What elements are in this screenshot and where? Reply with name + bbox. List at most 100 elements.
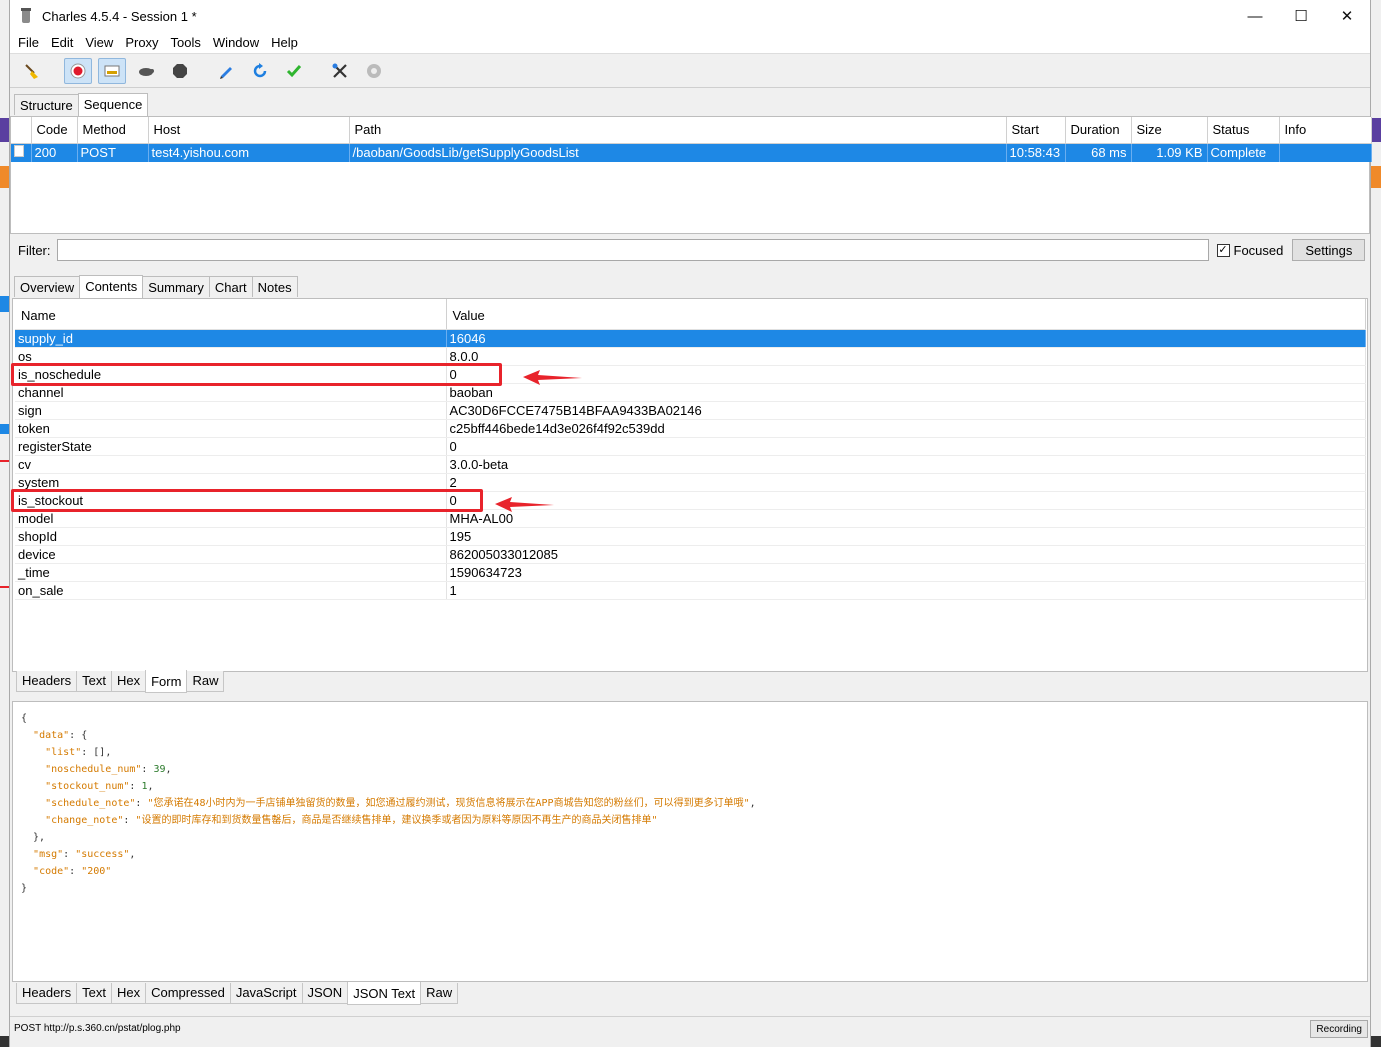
tab-request-hex[interactable]: Hex <box>110 671 147 692</box>
menu-file[interactable]: File <box>12 35 45 50</box>
tab-response-javascript[interactable]: JavaScript <box>229 983 303 1004</box>
form-row[interactable]: supply_id 16046 <box>15 329 1366 348</box>
col-info[interactable]: Info <box>1279 117 1372 144</box>
json-text-view[interactable]: { "data": { "list": [], "noschedule_num"… <box>13 702 1367 897</box>
sequence-table: Code Method Host Path Start Duration Siz… <box>10 116 1372 234</box>
col-status[interactable]: Status <box>1207 117 1280 144</box>
col-name[interactable]: Name <box>15 299 447 330</box>
tab-sequence[interactable]: Sequence <box>77 93 149 116</box>
col-value[interactable]: Value <box>446 299 1366 330</box>
form-value: 195 <box>446 527 1366 546</box>
json-key: "data" <box>33 730 70 741</box>
tab-request-text[interactable]: Text <box>76 671 112 692</box>
charles-jar-icon <box>18 8 34 24</box>
turtle-icon[interactable] <box>132 58 160 84</box>
tab-overview[interactable]: Overview <box>14 276 81 297</box>
tab-response-json-text[interactable]: JSON Text <box>347 982 422 1005</box>
checkbox-check-icon: ✓ <box>1216 243 1230 257</box>
tab-request-headers[interactable]: Headers <box>16 671 78 692</box>
form-row[interactable]: cv 3.0.0-beta <box>15 455 1366 474</box>
json-value: "success" <box>75 849 130 860</box>
cell-duration: 68 ms <box>1065 143 1132 162</box>
cell-info <box>1279 143 1372 162</box>
col-size[interactable]: Size <box>1131 117 1208 144</box>
menu-proxy[interactable]: Proxy <box>119 35 164 50</box>
focused-label: Focused <box>1233 242 1284 258</box>
maximize-button[interactable]: ☐ <box>1278 0 1324 32</box>
settings-gear-icon[interactable] <box>360 58 388 84</box>
json-brace: { <box>21 713 28 724</box>
cell-size: 1.09 KB <box>1131 143 1208 162</box>
json-brace: } <box>21 883 28 894</box>
recording-button[interactable]: Recording <box>1310 1020 1368 1038</box>
form-value: 1 <box>446 581 1366 600</box>
json-key: "schedule_note" <box>45 798 136 809</box>
filter-input[interactable] <box>56 239 1209 261</box>
charles-window: Charles 4.5.4 - Session 1 * — ☐ ✕ File E… <box>9 0 1372 1047</box>
close-button[interactable]: ✕ <box>1324 0 1370 32</box>
annotation-box-noschedule <box>11 363 502 386</box>
tab-response-raw[interactable]: Raw <box>420 983 459 1004</box>
cell-start: 10:58:43 <box>1006 143 1066 162</box>
form-name: supply_id <box>15 329 447 348</box>
menu-window[interactable]: Window <box>207 35 265 50</box>
menu-tools[interactable]: Tools <box>165 35 207 50</box>
form-value: 2 <box>446 473 1366 492</box>
form-value: 1590634723 <box>446 563 1366 582</box>
tools-icon[interactable] <box>326 58 354 84</box>
title-bar: Charles 4.5.4 - Session 1 * — ☐ ✕ <box>10 0 1370 32</box>
json-value: "200" <box>81 866 112 877</box>
toolbar <box>10 54 1370 88</box>
tab-response-hex[interactable]: Hex <box>110 983 147 1004</box>
response-view-tabs: Headers Text Hex Compressed JavaScript J… <box>16 982 459 1005</box>
col-code[interactable]: Code <box>31 117 78 144</box>
throttle-icon[interactable] <box>98 57 126 84</box>
tab-chart[interactable]: Chart <box>208 276 253 297</box>
form-name: on_sale <box>15 581 447 600</box>
record-icon[interactable] <box>64 57 92 84</box>
form-row[interactable]: _time 1590634723 <box>15 563 1366 582</box>
form-row[interactable]: sign AC30D6FCCE7475B14BFAA9433BA02146 <box>15 401 1366 420</box>
menu-help[interactable]: Help <box>265 35 304 50</box>
table-row[interactable]: 200 POST test4.yishou.com /baoban/GoodsL… <box>11 143 1372 162</box>
form-name: token <box>15 419 447 438</box>
tab-response-headers[interactable]: Headers <box>16 983 78 1004</box>
menu-view[interactable]: View <box>79 35 119 50</box>
form-value: 16046 <box>446 329 1366 348</box>
form-name: device <box>15 545 447 564</box>
focused-checkbox[interactable]: ✓ Focused <box>1216 242 1284 258</box>
tab-response-text[interactable]: Text <box>76 983 112 1004</box>
tab-request-form[interactable]: Form <box>145 670 188 693</box>
response-json-panel: { "data": { "list": [], "noschedule_num"… <box>12 701 1368 982</box>
col-method[interactable]: Method <box>77 117 149 144</box>
tab-response-compressed[interactable]: Compressed <box>145 983 231 1004</box>
form-row[interactable]: registerState 0 <box>15 437 1366 456</box>
annotation-box-stockout <box>11 489 483 512</box>
minimize-button[interactable]: — <box>1232 0 1278 32</box>
col-path[interactable]: Path <box>349 117 1007 144</box>
form-value: 8.0.0 <box>446 347 1366 366</box>
form-row[interactable]: token c25bff446bede14d3e026f4f92c539dd <box>15 419 1366 438</box>
repeat-icon[interactable] <box>246 58 274 84</box>
json-key: "noschedule_num" <box>45 764 142 775</box>
menu-edit[interactable]: Edit <box>45 35 79 50</box>
form-row[interactable]: device 862005033012085 <box>15 545 1366 564</box>
compose-pen-icon[interactable] <box>212 58 240 84</box>
tab-summary[interactable]: Summary <box>142 276 210 297</box>
form-row[interactable]: on_sale 1 <box>15 581 1366 600</box>
col-duration[interactable]: Duration <box>1065 117 1132 144</box>
broom-icon[interactable] <box>18 58 46 84</box>
tab-request-raw[interactable]: Raw <box>186 671 225 692</box>
breakpoint-icon[interactable] <box>166 58 194 84</box>
col-host[interactable]: Host <box>148 117 350 144</box>
tab-contents[interactable]: Contents <box>79 275 144 298</box>
form-row[interactable]: shopId 195 <box>15 527 1366 546</box>
tab-response-json[interactable]: JSON <box>301 983 349 1004</box>
tab-structure[interactable]: Structure <box>14 94 79 115</box>
settings-button[interactable]: Settings <box>1292 239 1366 261</box>
annotation-arrow-icon <box>523 370 582 385</box>
request-doc-icon <box>11 143 32 162</box>
tab-notes[interactable]: Notes <box>251 276 298 297</box>
col-start[interactable]: Start <box>1006 117 1066 144</box>
validate-check-icon[interactable] <box>280 58 308 84</box>
